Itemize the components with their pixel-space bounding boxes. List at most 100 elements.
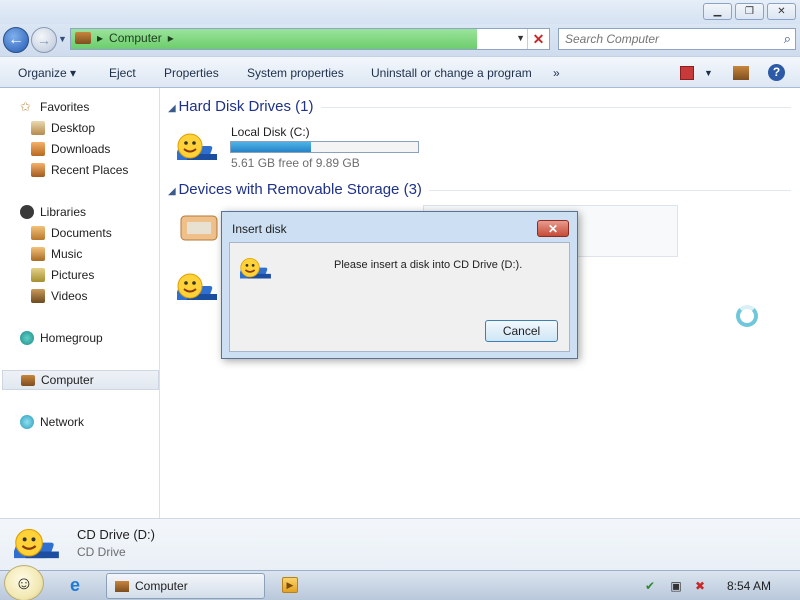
search-box: ⌕ <box>558 28 796 50</box>
view-dropdown-icon[interactable]: ▼ <box>704 68 713 78</box>
back-arrow-icon: ← <box>8 31 24 48</box>
group-divider <box>321 107 791 108</box>
dialog-message: Please insert a disk into CD Drive (D:). <box>334 259 523 271</box>
cd-drive-icon <box>12 525 64 567</box>
computer-icon <box>75 32 91 44</box>
sidebar-item-label: Pictures <box>51 268 95 282</box>
sidebar-item-computer[interactable]: Computer <box>2 370 159 390</box>
forward-button[interactable]: → <box>31 27 57 53</box>
start-button[interactable]: ☺ <box>4 565 44 600</box>
sidebar-item-label: Videos <box>51 289 88 303</box>
recent-pages-button[interactable]: ▼ <box>58 34 67 44</box>
system-properties-button[interactable]: System properties <box>247 66 344 80</box>
eject-button[interactable]: Eject <box>109 66 136 80</box>
sidebar-item-label: Documents <box>51 226 112 240</box>
internet-explorer-icon[interactable]: e <box>70 575 80 596</box>
pictures-icon <box>31 268 45 282</box>
maximize-icon: ❐ <box>745 6 754 17</box>
details-item-type: CD Drive <box>77 545 126 559</box>
videos-icon <box>31 289 45 303</box>
taskbar: ☺ e Computer ▶ ✔ ▣ ✖ 8:54 AM <box>0 565 800 600</box>
hard-disk-icon <box>174 130 221 168</box>
recent-places-icon <box>31 163 45 177</box>
cd-drive-icon <box>238 255 274 285</box>
computer-icon <box>115 580 129 592</box>
details-item-name: CD Drive (D:) <box>77 527 155 542</box>
breadcrumb-computer[interactable]: Computer <box>109 31 162 45</box>
action-center-icon[interactable]: ✔ <box>642 578 658 594</box>
network-tray-icon[interactable]: ▣ <box>668 578 684 594</box>
group-header-hard-disk[interactable]: ◢ Hard Disk Drives (1) <box>168 98 313 115</box>
removable-drive-icon[interactable] <box>177 208 221 246</box>
command-bar: Organize ▾ Eject Properties System prope… <box>0 56 800 88</box>
sidebar-item-label: Favorites <box>40 100 90 114</box>
search-input[interactable] <box>565 30 765 48</box>
sidebar-item-label: Desktop <box>51 121 96 135</box>
media-player-icon[interactable]: ▶ <box>282 577 298 593</box>
volume-muted-icon[interactable]: ✖ <box>692 578 708 594</box>
stop-x-icon: ✕ <box>532 30 545 47</box>
cancel-button[interactable]: Cancel <box>485 320 558 342</box>
sidebar-item-libraries[interactable]: Libraries <box>20 202 177 222</box>
properties-button[interactable]: Properties <box>164 66 219 80</box>
minimize-button[interactable]: ▁ <box>703 3 732 20</box>
insert-disk-dialog: Insert disk ✕ Please insert a disk into … <box>221 211 578 359</box>
uninstall-program-button[interactable]: Uninstall or change a program <box>371 66 532 80</box>
close-icon: ✕ <box>547 221 559 236</box>
group-title: Devices with Removable Storage (3) <box>178 181 422 198</box>
taskbar-button-computer[interactable]: Computer <box>106 573 265 599</box>
drive-free-space: 5.61 GB free of 9.89 GB <box>231 156 360 170</box>
organize-button[interactable]: Organize ▾ <box>18 66 76 80</box>
window-controls: ▁ ❐ ✕ <box>703 3 796 20</box>
address-field[interactable]: ▸ Computer ▸ ▼ ✕ <box>70 28 550 50</box>
sidebar-item-label: Computer <box>41 373 94 387</box>
star-icon: ✩ <box>20 99 31 114</box>
sidebar-item-label: Music <box>51 247 83 261</box>
group-divider <box>429 190 791 191</box>
more-commands-button[interactable]: » <box>553 66 560 80</box>
details-pane: CD Drive (D:) CD Drive <box>0 518 800 570</box>
group-title: Hard Disk Drives (1) <box>178 98 314 115</box>
sidebar-item-label: Homegroup <box>40 331 103 345</box>
close-button[interactable]: ✕ <box>767 3 796 20</box>
music-icon <box>31 247 45 261</box>
libraries-icon <box>20 205 34 219</box>
back-button[interactable]: ← <box>3 27 29 53</box>
breadcrumb-separator-end[interactable]: ▸ <box>168 31 174 45</box>
stop-loading-button[interactable]: ✕ <box>527 29 549 49</box>
sidebar-item-favorites[interactable]: ✩ Favorites <box>20 97 177 117</box>
sidebar-item-homegroup[interactable]: Homegroup <box>20 328 177 348</box>
cd-drive-icon[interactable] <box>174 270 221 308</box>
breadcrumb-separator[interactable]: ▸ <box>97 31 103 45</box>
collapse-triangle-icon: ◢ <box>168 103 179 114</box>
dialog-close-button[interactable]: ✕ <box>537 220 569 237</box>
dialog-title: Insert disk <box>232 222 287 236</box>
help-icon[interactable]: ? <box>768 64 785 81</box>
search-icon[interactable]: ⌕ <box>784 31 791 47</box>
disk-usage-fill <box>231 142 312 152</box>
group-header-removable[interactable]: ◢ Devices with Removable Storage (3) <box>168 181 422 198</box>
sidebar-item-network[interactable]: Network <box>20 412 177 432</box>
desktop-icon <box>31 121 45 135</box>
homegroup-icon <box>20 331 34 345</box>
sidebar-item-label: Recent Places <box>51 163 129 177</box>
taskbar-clock[interactable]: 8:54 AM <box>712 579 786 593</box>
busy-cursor-icon <box>736 305 758 327</box>
sidebar-item-label: Libraries <box>40 205 87 219</box>
downloads-icon <box>31 142 45 156</box>
close-icon: ✕ <box>777 6 786 17</box>
dialog-body: Please insert a disk into CD Drive (D:).… <box>229 242 570 352</box>
smiley-icon: ☺ <box>14 572 34 593</box>
breadcrumb: ▸ Computer ▸ <box>75 31 174 45</box>
minimize-icon: ▁ <box>713 6 722 17</box>
chevron-down-icon: ▼ <box>58 34 67 44</box>
maximize-button[interactable]: ❐ <box>735 3 764 20</box>
collapse-triangle-icon: ◢ <box>168 186 179 197</box>
change-view-icon[interactable] <box>680 66 694 80</box>
taskbar-task-label: Computer <box>135 579 188 593</box>
preview-pane-icon[interactable] <box>733 66 749 80</box>
address-dropdown-icon[interactable]: ▼ <box>516 33 525 43</box>
window-titlebar: ▁ ❐ ✕ <box>0 0 800 24</box>
navigation-pane: ✩ Favorites Desktop Downloads Recent Pla… <box>0 88 160 518</box>
computer-icon <box>21 374 35 386</box>
